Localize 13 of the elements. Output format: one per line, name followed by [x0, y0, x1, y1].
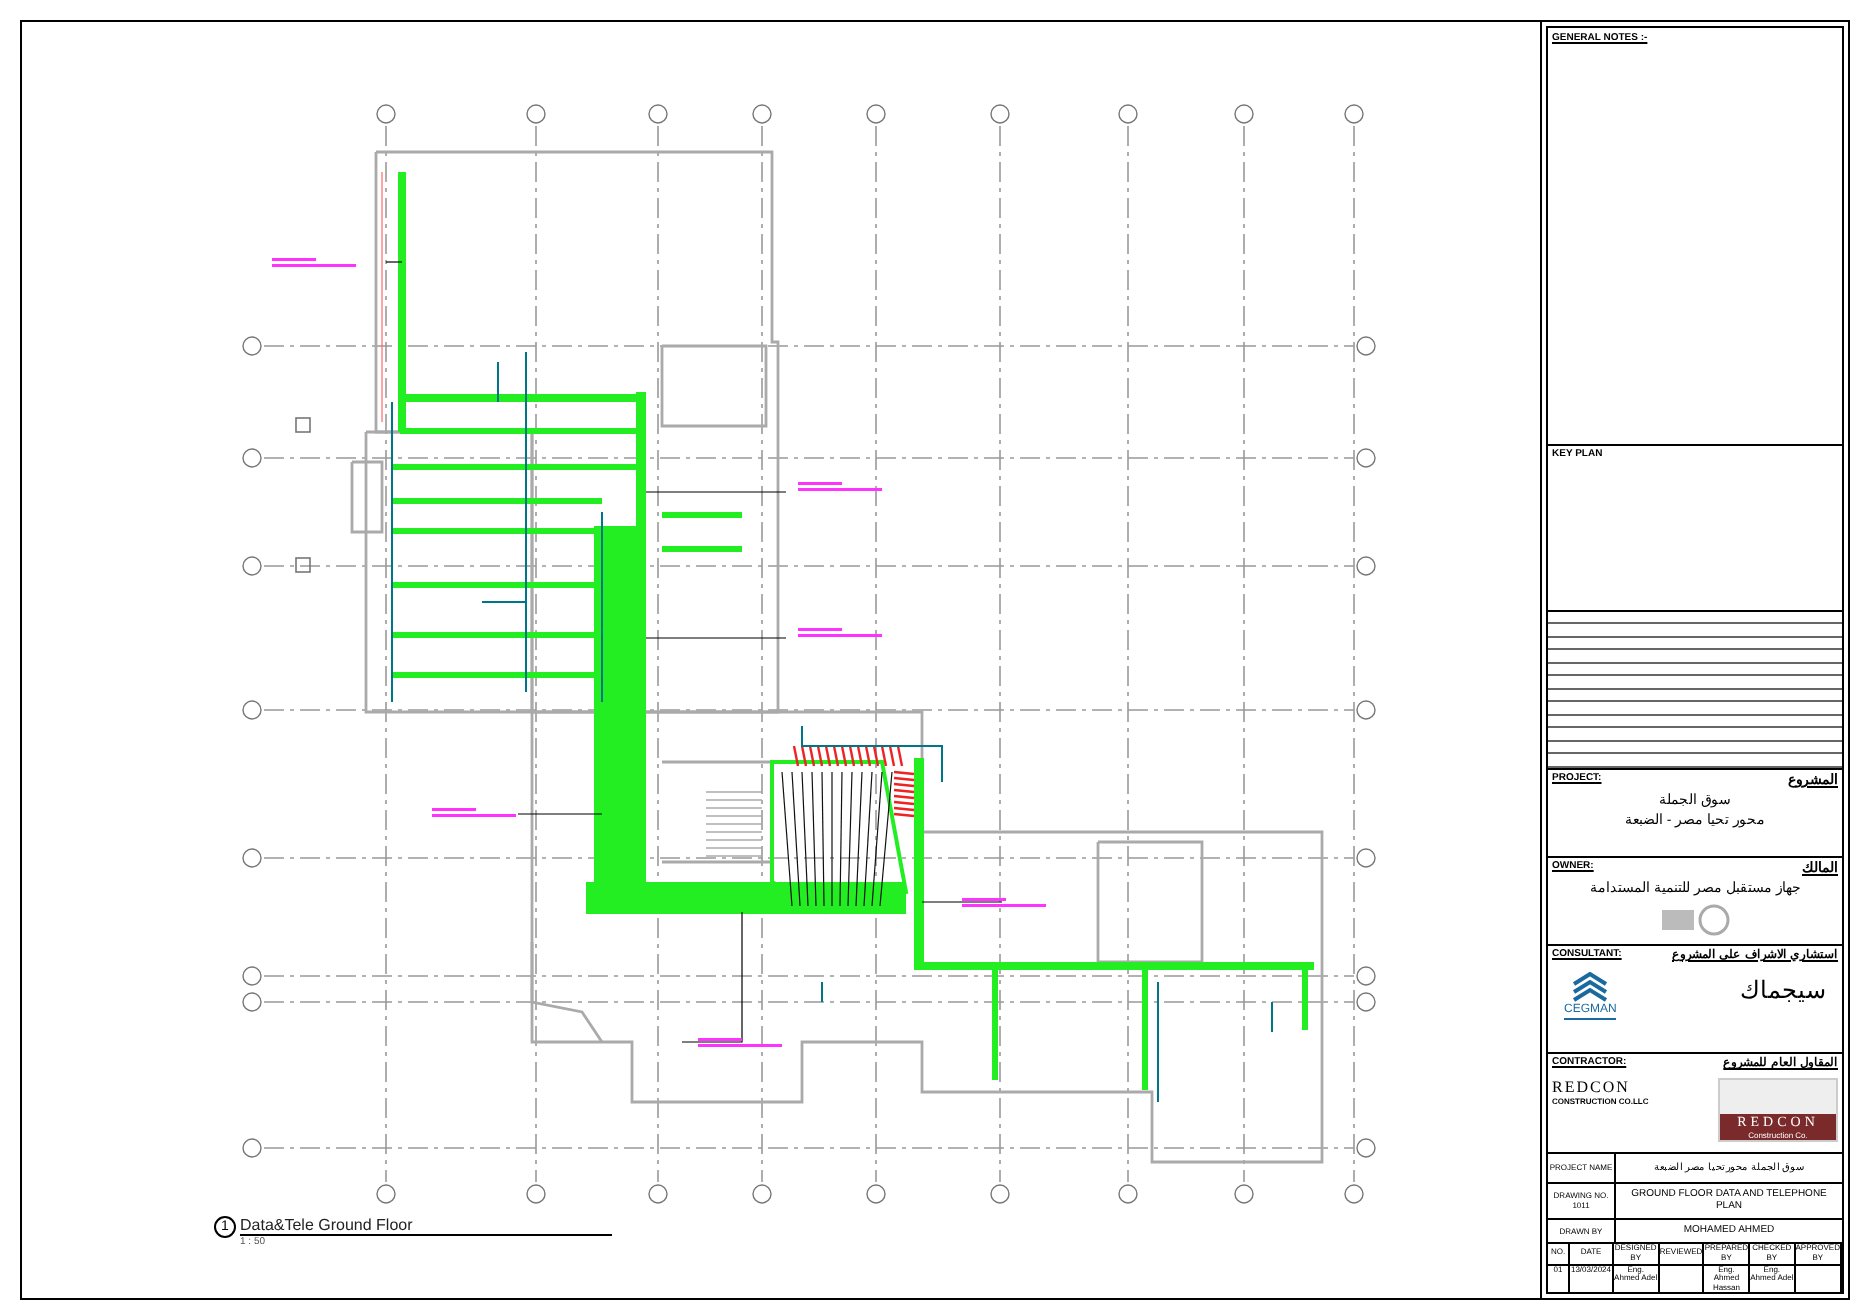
owner-logo-icon	[1659, 904, 1731, 936]
stair-drawing	[705, 791, 763, 857]
chevron-logo-icon	[1570, 972, 1611, 1005]
leader-line	[681, 911, 743, 1043]
view-title: Data&Tele Ground Floor	[240, 1216, 613, 1236]
leader-line	[645, 491, 787, 493]
leader-line	[517, 813, 603, 815]
leader-line	[921, 901, 1003, 903]
cable-bends-drawing	[792, 745, 915, 818]
consultant-name-arabic: سيجماك	[1740, 976, 1826, 1005]
leader-line	[385, 261, 403, 263]
leader-line	[645, 637, 787, 639]
contractor-name: REDCON	[1552, 1078, 1632, 1097]
